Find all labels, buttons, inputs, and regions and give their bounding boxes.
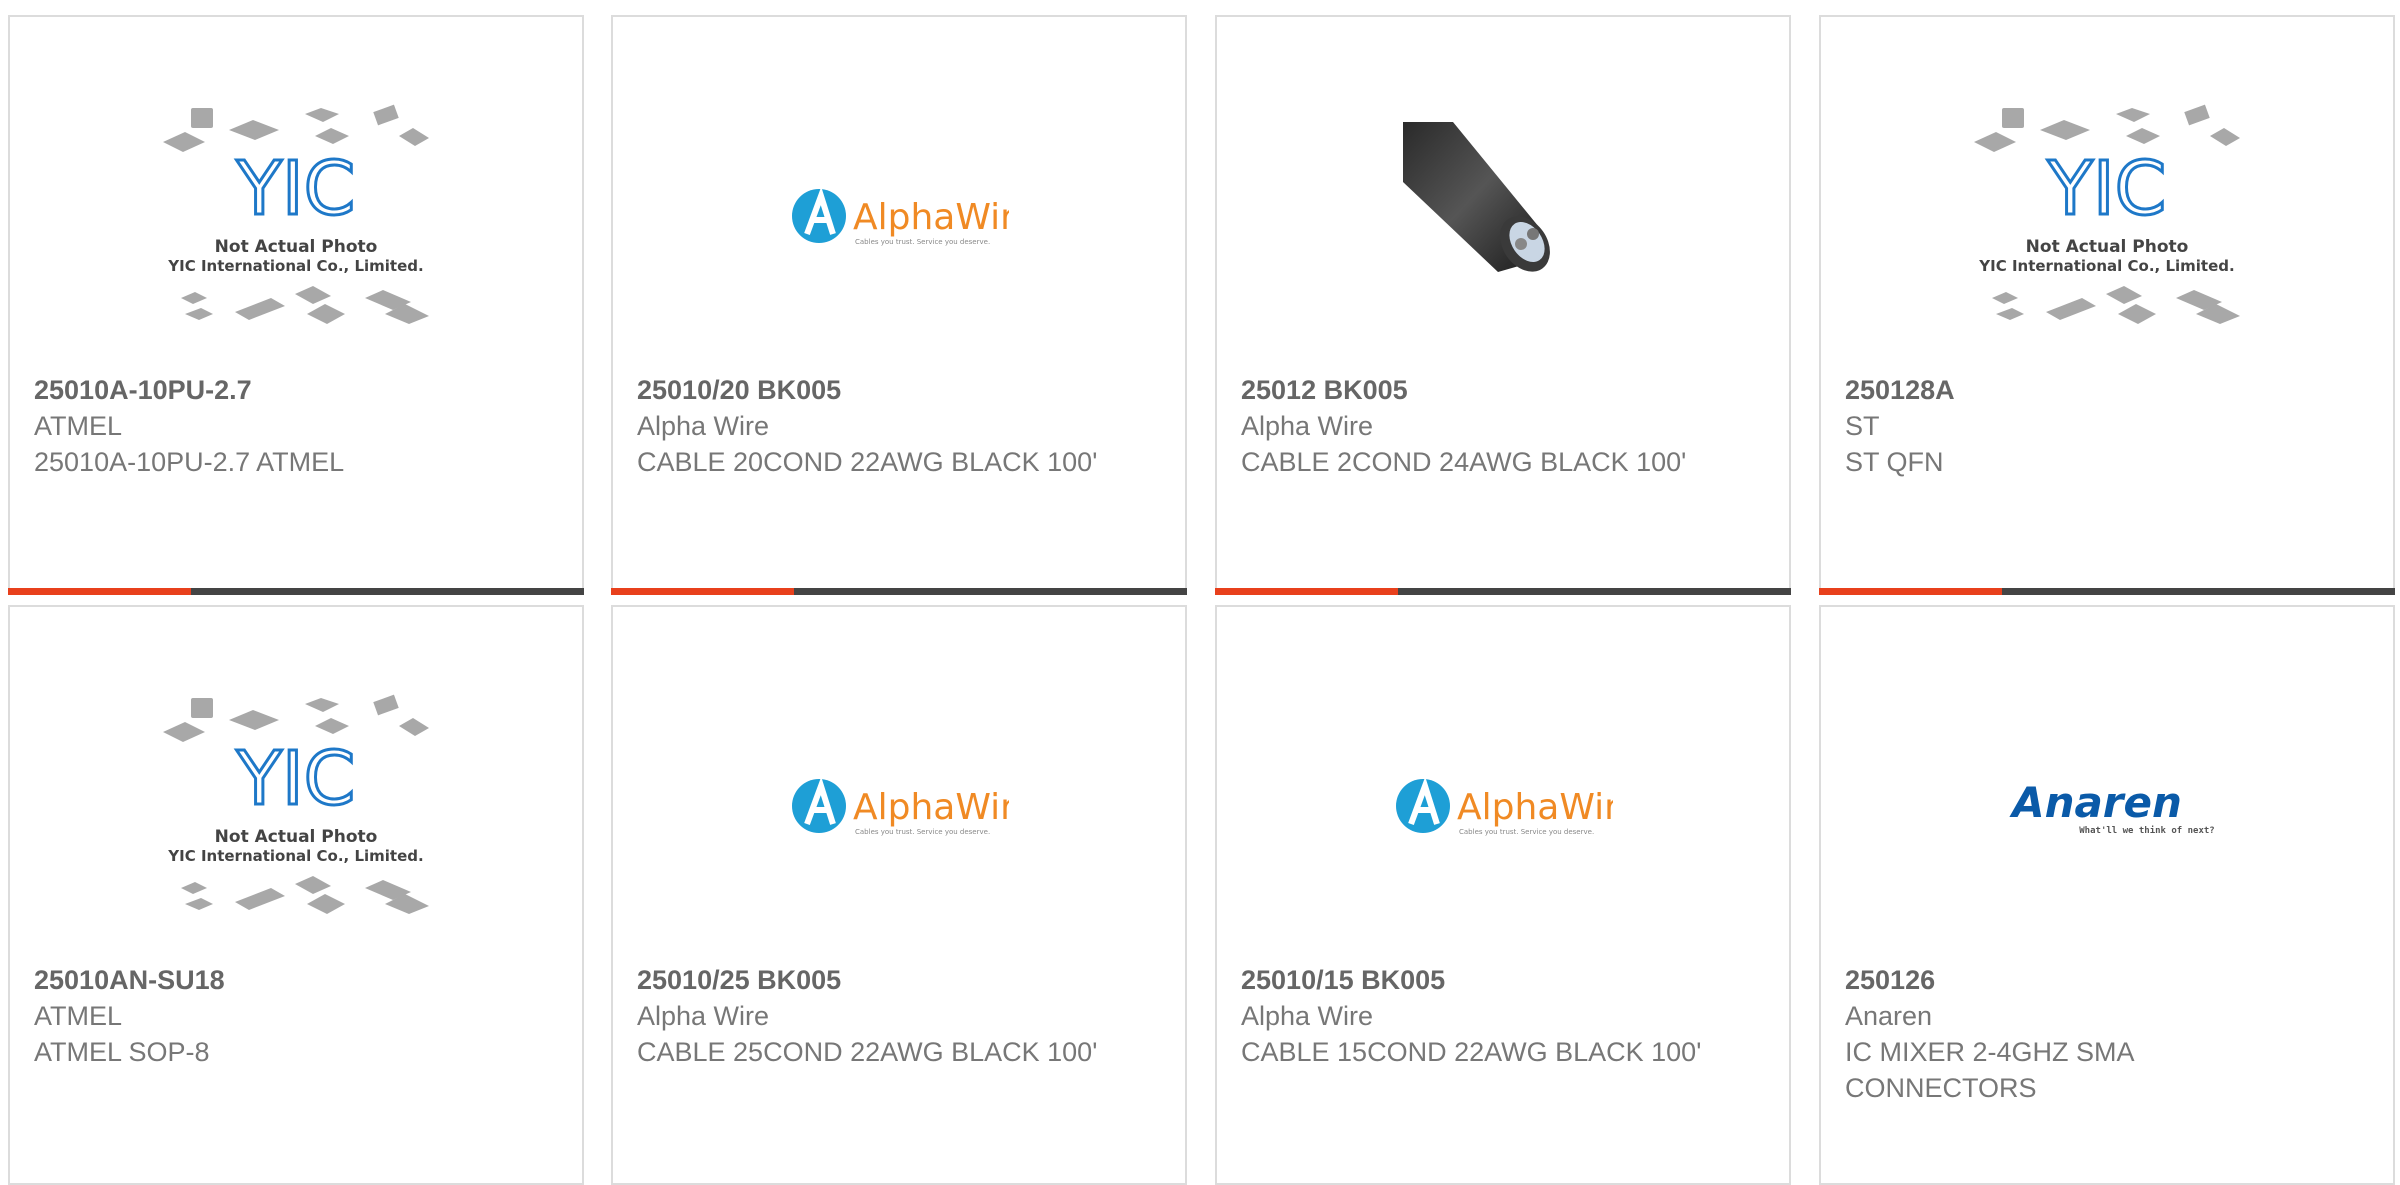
product-description: ATMEL SOP-8 bbox=[34, 1037, 210, 1067]
svg-text:YIC International Co., Limited: YIC International Co., Limited. bbox=[167, 847, 423, 865]
brand-name: Alpha Wire bbox=[1241, 1001, 1374, 1031]
product-image: AlphaWire Cables you trust. Service you … bbox=[613, 72, 1185, 372]
brand-name: ST bbox=[1845, 411, 1880, 441]
svg-text:AlphaWire: AlphaWire bbox=[853, 197, 1009, 238]
product-image bbox=[1217, 72, 1789, 372]
card-accent-bar bbox=[1819, 588, 2395, 595]
part-number[interactable]: 250128A bbox=[1845, 372, 2315, 408]
svg-text:AlphaWire: AlphaWire bbox=[1457, 787, 1613, 828]
yic-placeholder-icon: YIC Not Actual Photo YIC International C… bbox=[163, 694, 429, 914]
brand-name: Alpha Wire bbox=[637, 411, 770, 441]
product-description: CABLE 20COND 22AWG BLACK 100' bbox=[637, 447, 1098, 477]
product-card[interactable]: 25012 BK005 Alpha Wire CABLE 2COND 24AWG… bbox=[1215, 15, 1791, 595]
cable-photo-icon bbox=[1403, 122, 1550, 272]
svg-text:YIC International Co., Limited: YIC International Co., Limited. bbox=[1978, 257, 2234, 275]
part-number[interactable]: 250126 bbox=[1845, 962, 2315, 998]
anaren-logo-icon: Anaren What'll we think of next? bbox=[2009, 778, 2215, 836]
svg-text:Not Actual Photo: Not Actual Photo bbox=[2026, 237, 2189, 257]
svg-text:YIC International Co., Limited: YIC International Co., Limited. bbox=[167, 257, 423, 275]
product-description: CABLE 25COND 22AWG BLACK 100' bbox=[637, 1037, 1098, 1067]
product-image: YIC Not Actual Photo YIC International C… bbox=[10, 72, 582, 372]
yic-placeholder-icon: YIC Not Actual Photo YIC International C… bbox=[163, 104, 429, 324]
product-card[interactable]: YIC Not Actual Photo YIC International C… bbox=[8, 605, 584, 1185]
yic-logo-text: YIC bbox=[2047, 146, 2167, 232]
svg-text:AlphaWire: AlphaWire bbox=[853, 787, 1009, 828]
product-image: AlphaWire Cables you trust. Service you … bbox=[613, 662, 1185, 962]
svg-text:Not Actual Photo: Not Actual Photo bbox=[215, 827, 378, 847]
product-image: Anaren What'll we think of next? bbox=[1821, 662, 2393, 962]
product-description: 25010A-10PU-2.7 ATMEL bbox=[34, 447, 345, 477]
product-description: IC MIXER 2-4GHZ SMA CONNECTORS bbox=[1845, 1037, 2134, 1103]
svg-text:Anaren: Anaren bbox=[2009, 778, 2182, 827]
alphawire-logo-icon: AlphaWire Cables you trust. Service you … bbox=[1396, 776, 1613, 836]
part-number[interactable]: 25010/15 BK005 bbox=[1241, 962, 1711, 998]
product-card[interactable]: AlphaWire Cables you trust. Service you … bbox=[611, 15, 1187, 595]
part-number[interactable]: 25010A-10PU-2.7 bbox=[34, 372, 504, 408]
brand-name: ATMEL bbox=[34, 411, 123, 441]
product-image: AlphaWire Cables you trust. Service you … bbox=[1217, 662, 1789, 962]
brand-name: Alpha Wire bbox=[637, 1001, 770, 1031]
product-description: ST QFN bbox=[1845, 447, 1944, 477]
svg-text:Not Actual Photo: Not Actual Photo bbox=[215, 237, 378, 257]
card-accent-bar bbox=[8, 588, 584, 595]
part-number[interactable]: 25010/20 BK005 bbox=[637, 372, 1107, 408]
product-card[interactable]: YIC Not Actual Photo YIC International C… bbox=[8, 15, 584, 595]
svg-text:Cables you trust. Service you: Cables you trust. Service you deserve. bbox=[855, 238, 990, 246]
svg-text:Cables you trust. Service you: Cables you trust. Service you deserve. bbox=[855, 828, 990, 836]
product-description: CABLE 2COND 24AWG BLACK 100' bbox=[1241, 447, 1687, 477]
product-card[interactable]: YIC Not Actual Photo YIC International C… bbox=[1819, 15, 2395, 595]
yic-logo-text: YIC bbox=[236, 146, 356, 232]
alphawire-logo-icon: AlphaWire Cables you trust. Service you … bbox=[792, 186, 1009, 246]
brand-name: Alpha Wire bbox=[1241, 411, 1374, 441]
product-image: YIC Not Actual Photo YIC International C… bbox=[1821, 72, 2393, 372]
product-description: CABLE 15COND 22AWG BLACK 100' bbox=[1241, 1037, 1702, 1067]
part-number[interactable]: 25010/25 BK005 bbox=[637, 962, 1107, 998]
alphawire-logo-icon: AlphaWire Cables you trust. Service you … bbox=[792, 776, 1009, 836]
svg-text:Cables you trust. Service you: Cables you trust. Service you deserve. bbox=[1459, 828, 1594, 836]
yic-placeholder-icon: YIC Not Actual Photo YIC International C… bbox=[1974, 104, 2240, 324]
product-card[interactable]: AlphaWire Cables you trust. Service you … bbox=[1215, 605, 1791, 1185]
svg-text:What'll we think of next?: What'll we think of next? bbox=[2079, 825, 2214, 836]
yic-logo-text: YIC bbox=[236, 736, 356, 822]
part-number[interactable]: 25010AN-SU18 bbox=[34, 962, 504, 998]
product-card[interactable]: Anaren What'll we think of next? 250126 … bbox=[1819, 605, 2395, 1185]
part-number[interactable]: 25012 BK005 bbox=[1241, 372, 1711, 408]
brand-name: Anaren bbox=[1845, 1001, 1933, 1031]
product-image: YIC Not Actual Photo YIC International C… bbox=[10, 662, 582, 962]
product-card[interactable]: AlphaWire Cables you trust. Service you … bbox=[611, 605, 1187, 1185]
card-accent-bar bbox=[1215, 588, 1791, 595]
card-accent-bar bbox=[611, 588, 1187, 595]
brand-name: ATMEL bbox=[34, 1001, 123, 1031]
